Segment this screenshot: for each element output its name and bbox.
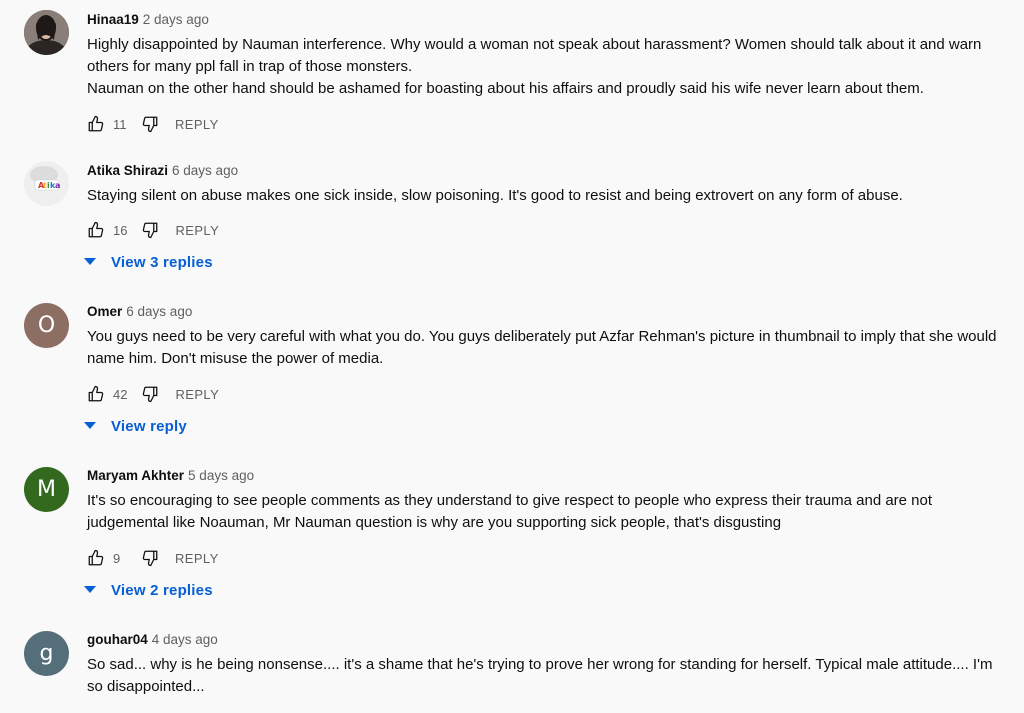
avatar-letter: g xyxy=(39,641,54,666)
comment-text: It's so encouraging to see people commen… xyxy=(87,490,1007,534)
caret-down-icon xyxy=(84,584,96,596)
caret-down-icon xyxy=(84,420,96,432)
comment-text: Highly disappointed by Nauman interferen… xyxy=(87,34,1007,100)
caret-down-icon xyxy=(84,256,96,268)
avatar[interactable]: g xyxy=(24,631,69,676)
comment-actions: 9 REPLY xyxy=(85,546,219,570)
comment-header: Omer 6 days ago xyxy=(87,303,192,321)
view-replies-button[interactable]: View reply xyxy=(84,414,187,438)
comments-thread: Hinaa19 2 days ago Highly disappointed by… xyxy=(0,0,1024,713)
comment-actions: 42 REPLY xyxy=(85,382,219,406)
view-replies-label: View reply xyxy=(111,417,187,435)
comment-time[interactable]: 6 days ago xyxy=(172,163,238,178)
thumbs-down-icon[interactable] xyxy=(139,113,161,135)
comment-text-line: You guys need to be very careful with wh… xyxy=(87,328,997,367)
avatar-letter: M xyxy=(37,477,56,502)
comment-text: Staying silent on abuse makes one sick i… xyxy=(87,185,1007,207)
avatar[interactable] xyxy=(24,10,69,55)
comment-time[interactable]: 2 days ago xyxy=(143,12,209,27)
comment-author[interactable]: gouhar04 xyxy=(87,632,148,647)
thumbs-up-icon[interactable] xyxy=(85,547,107,569)
thumbs-up-icon[interactable] xyxy=(85,383,107,405)
comment-time[interactable]: 6 days ago xyxy=(126,304,192,319)
comment-header: Maryam Akhter 5 days ago xyxy=(87,467,254,485)
like-count: 9 xyxy=(113,550,121,566)
comment-text-line: Staying silent on abuse makes one sick i… xyxy=(87,187,903,204)
comment-author[interactable]: Hinaa19 xyxy=(87,12,139,27)
like-count: 11 xyxy=(113,116,127,132)
avatar-letter: O xyxy=(37,313,56,338)
view-replies-button[interactable]: View 2 replies xyxy=(84,578,213,602)
view-replies-label: View 3 replies xyxy=(111,253,213,271)
comment-actions: 11 REPLY xyxy=(85,112,219,136)
like-count: 16 xyxy=(113,222,128,238)
comment-text-line: Nauman on the other hand should be asham… xyxy=(87,80,924,97)
avatar[interactable]: O xyxy=(24,303,69,348)
thumbs-up-icon[interactable] xyxy=(85,219,107,241)
comment-text: You guys need to be very careful with wh… xyxy=(87,326,1007,370)
comment-time[interactable]: 5 days ago xyxy=(188,468,254,483)
comment-author[interactable]: Omer xyxy=(87,304,122,319)
user-photo-icon xyxy=(24,10,69,55)
comment-author[interactable]: Atika Shirazi xyxy=(87,163,168,178)
like-count: 42 xyxy=(113,386,128,402)
thumbs-down-icon[interactable] xyxy=(139,547,161,569)
comment-author[interactable]: Maryam Akhter xyxy=(87,468,184,483)
avatar[interactable]: A t i k a xyxy=(24,161,69,206)
thumbs-down-icon[interactable] xyxy=(139,219,161,241)
comment-header: Atika Shirazi 6 days ago xyxy=(87,162,238,180)
comment-header: Hinaa19 2 days ago xyxy=(87,11,209,29)
view-replies-button[interactable]: View 3 replies xyxy=(84,250,213,274)
thumbs-up-icon[interactable] xyxy=(85,113,107,135)
brand-logo-icon: A t i k a xyxy=(24,161,69,206)
comment-text-line: It's so encouraging to see people commen… xyxy=(87,492,933,531)
view-replies-label: View 2 replies xyxy=(111,581,213,599)
comment-header: gouhar04 4 days ago xyxy=(87,631,218,649)
comment-text-line: Highly disappointed by Nauman interferen… xyxy=(87,36,982,75)
comment-text-line: So sad... why is he being nonsense.... i… xyxy=(87,656,993,695)
reply-button[interactable]: REPLY xyxy=(175,223,219,238)
reply-button[interactable]: REPLY xyxy=(175,117,219,132)
reply-button[interactable]: REPLY xyxy=(175,387,219,402)
svg-text:a: a xyxy=(55,181,60,190)
comment-time[interactable]: 4 days ago xyxy=(152,632,218,647)
reply-button[interactable]: REPLY xyxy=(175,551,219,566)
comment-actions: 16 REPLY xyxy=(85,218,219,242)
comment-text: So sad... why is he being nonsense.... i… xyxy=(87,654,1007,698)
avatar[interactable]: M xyxy=(24,467,69,512)
thumbs-down-icon[interactable] xyxy=(139,383,161,405)
